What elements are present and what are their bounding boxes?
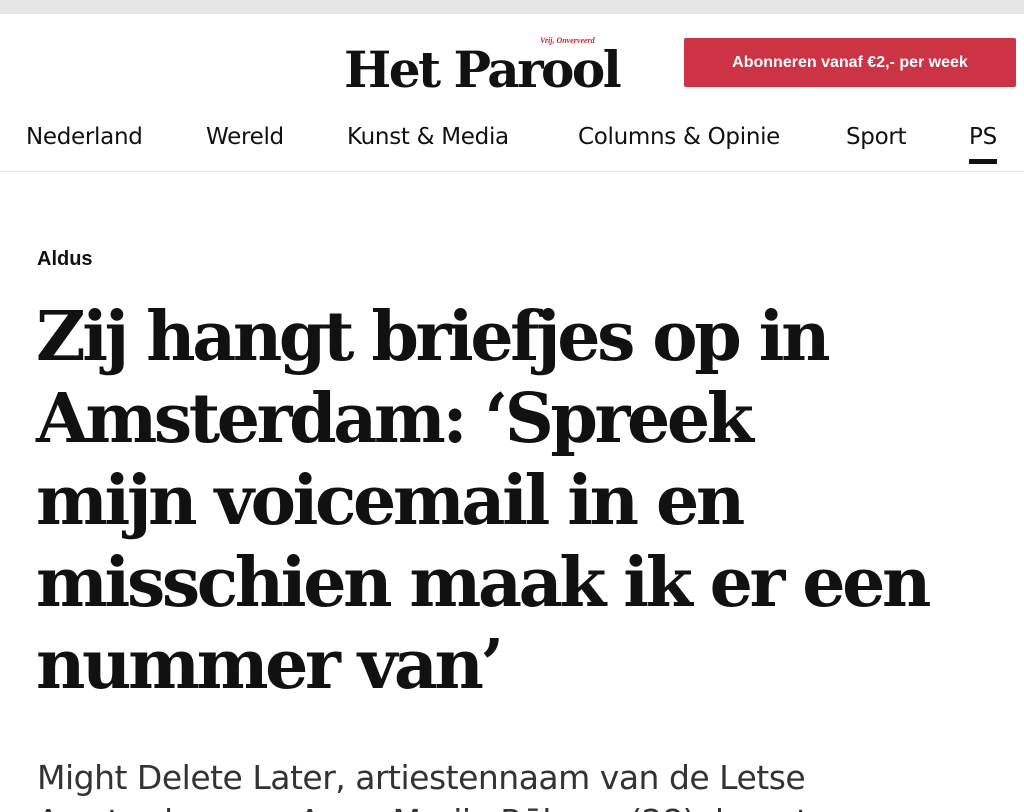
nav-item-columns-opinie[interactable]: Columns & Opinie: [578, 124, 780, 150]
het-parool-logo[interactable]: Vrij, Onverveerd Het Parool: [344, 28, 644, 108]
intro-line: Amsterdammer Anna-Marija Rōbeze (28), ha…: [37, 800, 997, 812]
headline-line: Zij hangt briefjes op in: [36, 297, 831, 377]
article-headline: Zij hangt briefjes op in Amsterdam: ‘Spr…: [36, 296, 996, 706]
nav-item-sport[interactable]: Sport: [846, 124, 907, 150]
browser-top-strip: [0, 0, 1024, 14]
intro-line: Might Delete Later, artiestennaam van de…: [37, 758, 806, 797]
subscribe-button[interactable]: Abonneren vanaf €2,- per week: [684, 38, 1016, 87]
article-kicker[interactable]: Aldus: [37, 248, 93, 271]
main-navigation: Nederland Wereld Kunst & Media Columns &…: [0, 114, 1024, 172]
site-header: Vrij, Onverveerd Het Parool Abonneren va…: [0, 14, 1024, 114]
headline-line: nummer van’: [36, 625, 504, 705]
logo-name: Het Parool: [344, 40, 622, 99]
nav-item-ps[interactable]: PS: [969, 124, 997, 164]
nav-item-wereld[interactable]: Wereld: [206, 124, 284, 150]
headline-line: misschien maak ik er een: [36, 543, 931, 623]
article-intro: Might Delete Later, artiestennaam van de…: [37, 756, 997, 812]
headline-line: Amsterdam: ‘Spreek: [36, 379, 754, 459]
nav-item-kunst-media[interactable]: Kunst & Media: [347, 124, 509, 150]
nav-item-nederland[interactable]: Nederland: [26, 124, 143, 150]
headline-line: mijn voicemail in en: [36, 461, 745, 541]
